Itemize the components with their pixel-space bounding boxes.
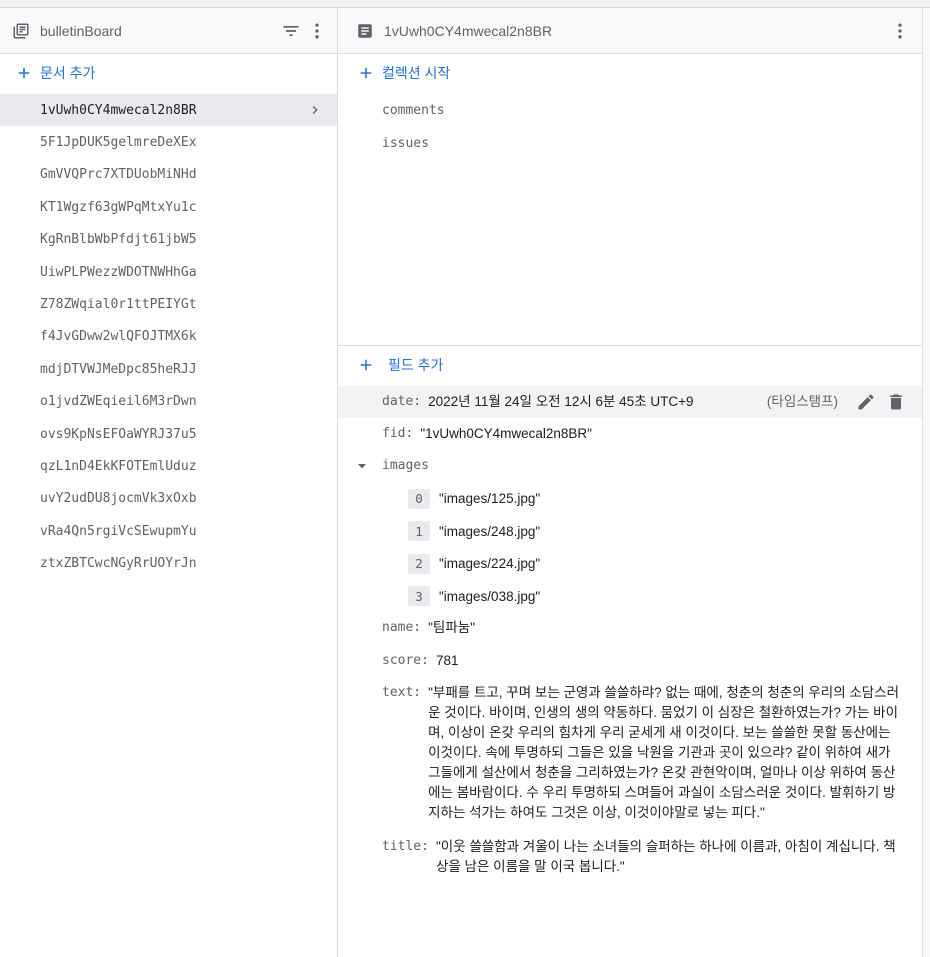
- array-item-value: "images/038.jpg": [439, 588, 541, 604]
- collection-icon: [12, 22, 30, 40]
- array-index-badge: 1: [408, 521, 430, 542]
- plus-icon: [14, 63, 34, 83]
- field-value: 781: [435, 652, 459, 668]
- subcollection-list: comments issues: [338, 94, 922, 160]
- add-field-label: 필드 추가: [388, 357, 444, 373]
- array-index-badge: 0: [408, 488, 430, 509]
- document-id-label: 1vUwh0CY4mwecal2n8BR: [40, 102, 197, 118]
- arrow-down-icon[interactable]: [356, 458, 368, 470]
- field-key: score:: [382, 652, 429, 668]
- collection-panel: bulletinBoard 문서 추가 1vUwh0CY4mwecal2n8BR…: [0, 8, 338, 957]
- document-id-label: qzL1nD4EkKFOTEmlUduz: [40, 458, 197, 474]
- field-images[interactable]: images: [338, 450, 922, 482]
- array-index-badge: 2: [408, 553, 430, 574]
- filter-icon[interactable]: [279, 19, 303, 43]
- document-id-label: uvY2udDU8jocmVk3xOxb: [40, 491, 197, 507]
- document-list-item[interactable]: 5F1JpDUK5gelmreDeXEx: [0, 126, 337, 158]
- document-list-item[interactable]: f4JvGDww2wlQFOJTMX6k: [0, 321, 337, 353]
- collection-more-icon[interactable]: [305, 19, 329, 43]
- chevron-right-icon: [307, 102, 323, 118]
- array-item-value: "images/125.jpg": [439, 491, 541, 507]
- document-id-label: ovs9KpNsEFOaWYRJ37u5: [40, 426, 197, 442]
- field-value: "부패를 트고, 꾸며 보는 군영과 쓸쓸하랴? 없는 때에, 청춘의 청춘의 …: [428, 685, 900, 821]
- document-list-item[interactable]: KT1Wgzf63gWPqMtxYu1c: [0, 191, 337, 223]
- subcollection-item[interactable]: comments: [338, 94, 922, 127]
- field-name[interactable]: name: "팀파눔": [338, 612, 922, 644]
- document-id-label: vRa4Qn5rgiVcSEwupmYu: [40, 523, 197, 539]
- field-text[interactable]: text: "부패를 트고, 꾸며 보는 군영과 쓸쓸하랴? 없는 때에, 청춘…: [338, 677, 922, 823]
- field-title[interactable]: title: "이웃 쓸쓸함과 겨울이 나는 소녀들의 슬퍼하는 하나에 이름과…: [338, 823, 922, 877]
- document-id-label: Z78ZWqial0r1ttPEIYGt: [40, 297, 197, 313]
- document-list-item[interactable]: GmVVQPrc7XTDUobMiNHd: [0, 159, 337, 191]
- start-collection-button[interactable]: 컬렉션 시작: [338, 54, 922, 92]
- array-item[interactable]: 2 "images/224.jpg": [338, 548, 922, 580]
- field-date[interactable]: date: 2022년 11월 24일 오전 12시 6분 45초 UTC+9 …: [338, 386, 922, 418]
- start-collection-label: 컬렉션 시작: [382, 65, 451, 81]
- add-field-button[interactable]: 필드 추가: [338, 346, 922, 384]
- field-score[interactable]: score: 781: [338, 645, 922, 677]
- array-item[interactable]: 0 "images/125.jpg": [338, 483, 922, 515]
- document-title: 1vUwh0CY4mwecal2n8BR: [384, 22, 553, 39]
- field-value: "이웃 쓸쓸함과 겨울이 나는 소녀들의 슬퍼하는 하나에 이름과, 아침이 계…: [435, 839, 896, 875]
- array-item[interactable]: 3 "images/038.jpg": [338, 580, 922, 612]
- document-list-item[interactable]: o1jvdZWEqieil6M3rDwn: [0, 386, 337, 418]
- field-value: "1vUwh0CY4mwecal2n8BR": [420, 426, 592, 441]
- document-id-label: UiwPLPWezzWDOTNWHhGa: [40, 264, 197, 280]
- field-key: fid:: [382, 426, 414, 441]
- document-id-label: f4JvGDww2wlQFOJTMX6k: [40, 329, 197, 345]
- pencil-icon[interactable]: [854, 390, 878, 414]
- plus-icon: [356, 63, 376, 83]
- document-list-item[interactable]: vRa4Qn5rgiVcSEwupmYu: [0, 515, 337, 547]
- subcollection-label: issues: [382, 136, 429, 151]
- add-document-button[interactable]: 문서 추가: [0, 54, 337, 92]
- collection-title: bulletinBoard: [40, 22, 122, 39]
- document-id-label: ztxZBTCwcNGyRrUOYrJn: [40, 556, 197, 572]
- field-key: name:: [382, 620, 422, 636]
- document-panel: 1vUwh0CY4mwecal2n8BR 컬렉션 시작 comments issu…: [338, 8, 923, 957]
- document-list-item[interactable]: UiwPLPWezzWDOTNWHhGa: [0, 256, 337, 288]
- document-list-item[interactable]: Z78ZWqial0r1ttPEIYGt: [0, 288, 337, 320]
- document-icon: [356, 22, 374, 40]
- top-bar-edge: [0, 0, 930, 8]
- next-panel-edge: [923, 8, 930, 957]
- document-list: 1vUwh0CY4mwecal2n8BR 5F1JpDUK5gelmreDeXEx…: [0, 94, 337, 580]
- field-key: text:: [382, 685, 422, 701]
- document-id-label: 5F1JpDUK5gelmreDeXEx: [40, 135, 197, 151]
- document-list-item[interactable]: qzL1nD4EkKFOTEmlUduz: [0, 450, 337, 482]
- array-item-value: "images/224.jpg": [439, 556, 541, 572]
- field-key: date:: [382, 394, 422, 409]
- document-more-icon[interactable]: [888, 19, 912, 43]
- document-list-item[interactable]: 1vUwh0CY4mwecal2n8BR: [0, 94, 337, 127]
- document-header: 1vUwh0CY4mwecal2n8BR: [338, 8, 922, 54]
- array-index-badge: 3: [408, 586, 430, 607]
- array-item[interactable]: 1 "images/248.jpg": [338, 515, 922, 547]
- field-type-label: (타임스탬프): [766, 394, 838, 409]
- document-list-item[interactable]: ovs9KpNsEFOaWYRJ37u5: [0, 418, 337, 450]
- document-id-label: KT1Wgzf63gWPqMtxYu1c: [40, 199, 197, 215]
- array-item-value: "images/248.jpg": [439, 523, 541, 539]
- field-value: "팀파눔": [428, 620, 475, 636]
- document-list-item[interactable]: KgRnBlbWbPfdjt61jbW5: [0, 224, 337, 256]
- field-key: title:: [382, 839, 429, 855]
- field-value: 2022년 11월 24일 오전 12시 6분 45초 UTC+9: [428, 394, 694, 409]
- document-list-item[interactable]: mdjDTVWJMeDpc85heRJJ: [0, 353, 337, 385]
- field-list: date: 2022년 11월 24일 오전 12시 6분 45초 UTC+9 …: [338, 386, 922, 877]
- document-list-item[interactable]: ztxZBTCwcNGyRrUOYrJn: [0, 547, 337, 579]
- add-document-label: 문서 추가: [40, 65, 96, 81]
- document-id-label: KgRnBlbWbPfdjt61jbW5: [40, 232, 197, 248]
- document-id-label: GmVVQPrc7XTDUobMiNHd: [40, 167, 197, 183]
- document-id-label: mdjDTVWJMeDpc85heRJJ: [40, 361, 197, 377]
- subcollection-item[interactable]: issues: [338, 127, 922, 160]
- plus-icon: [356, 355, 376, 375]
- images-array: 0 "images/125.jpg" 1 "images/248.jpg" 2 "imag…: [338, 483, 922, 613]
- collection-header: bulletinBoard: [0, 8, 337, 54]
- document-list-item[interactable]: uvY2udDU8jocmVk3xOxb: [0, 483, 337, 515]
- document-id-label: o1jvdZWEqieil6M3rDwn: [40, 394, 197, 410]
- trash-icon[interactable]: [884, 390, 908, 414]
- field-key: images: [382, 458, 429, 474]
- field-fid[interactable]: fid: "1vUwh0CY4mwecal2n8BR": [338, 418, 922, 450]
- subcollection-label: comments: [382, 103, 445, 118]
